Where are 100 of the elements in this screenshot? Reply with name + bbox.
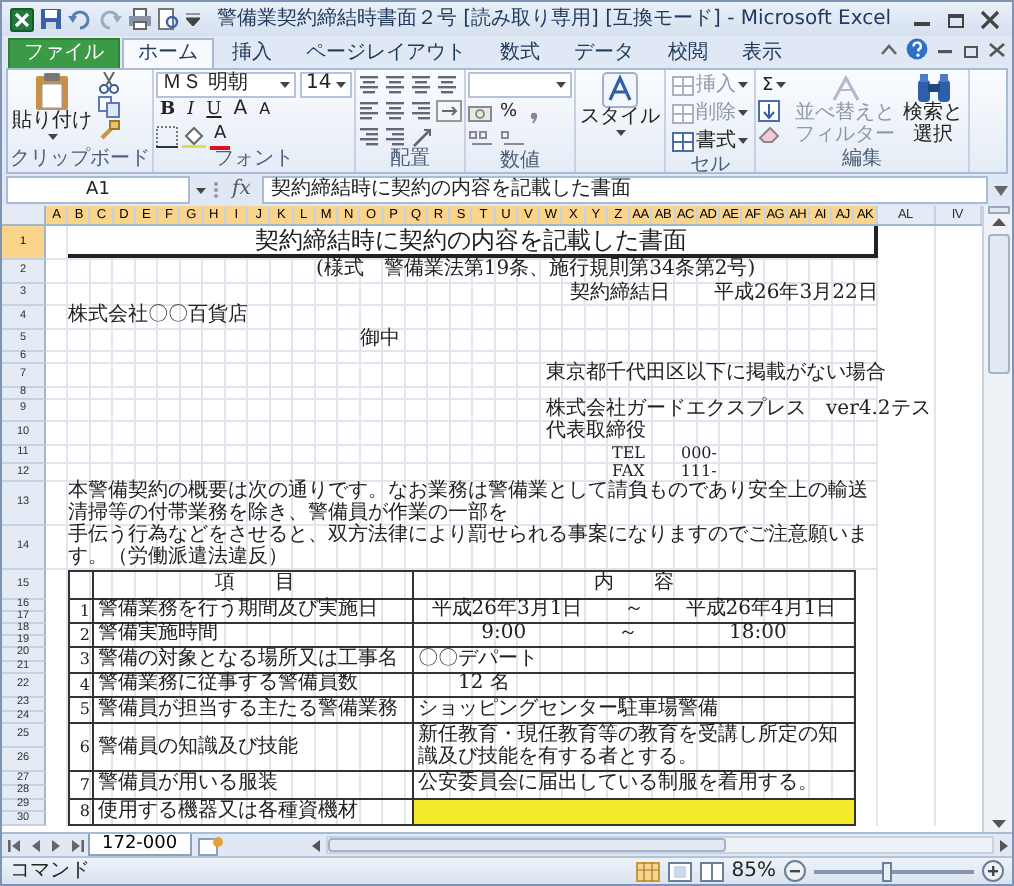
text-orientation-icon[interactable] — [410, 125, 434, 147]
currency-icon[interactable] — [468, 101, 492, 123]
caret-icon[interactable] — [336, 81, 346, 87]
ribbon-tab[interactable]: 挿入 — [216, 38, 288, 68]
address-note: 東京都千代田区以下に掲載がない場合 — [546, 364, 886, 385]
name-box[interactable]: A1 — [6, 176, 190, 204]
sheet-tab[interactable]: 172-000 — [88, 834, 192, 856]
insert-function-button[interactable]: fx — [226, 178, 257, 202]
number-format-field[interactable] — [468, 72, 572, 98]
format-button[interactable]: 書式 — [668, 128, 752, 154]
font-color-button[interactable]: A — [210, 123, 231, 149]
caret-icon[interactable] — [47, 133, 57, 139]
close-icon[interactable] — [988, 41, 1006, 57]
item-label: 警備業務に従事する警備員数 — [94, 674, 414, 696]
eraser-icon[interactable] — [758, 124, 782, 144]
caret-icon[interactable] — [280, 81, 290, 87]
new-sheet-icon[interactable] — [195, 835, 224, 855]
item-number: 8 — [70, 799, 94, 824]
caret-icon[interactable] — [196, 187, 206, 193]
format-cells-icon — [672, 131, 694, 151]
caret-icon[interactable] — [738, 138, 748, 144]
percent-button[interactable]: % — [496, 99, 522, 125]
paste-button[interactable]: 貼り付け — [10, 72, 94, 139]
fill-down-icon[interactable] — [758, 100, 780, 122]
borders-icon[interactable] — [156, 125, 178, 147]
ribbon-tab[interactable]: ファイル — [8, 38, 120, 68]
restore-icon[interactable] — [962, 41, 980, 57]
zoom-out-icon[interactable] — [784, 860, 806, 882]
staff-count: 12 名 — [456, 674, 512, 696]
shrink-font-button[interactable]: A — [255, 97, 275, 123]
honorific: 御中 — [360, 329, 400, 350]
item-number: 2 — [70, 623, 94, 646]
page-layout-view-icon[interactable] — [667, 861, 692, 881]
input-cell[interactable] — [414, 799, 854, 824]
fax-number: 111- — [680, 463, 717, 481]
vertical-scrollbar-thumb[interactable] — [987, 234, 1009, 374]
group-label: 数値 — [498, 150, 542, 174]
ribbon-tab[interactable]: ホーム — [122, 38, 214, 68]
autosum-button[interactable]: Σ — [758, 72, 790, 98]
merge-cells-icon[interactable] — [436, 99, 462, 121]
fax-label: FAX — [612, 463, 645, 480]
expand-formula-bar-icon[interactable] — [994, 185, 1008, 195]
align-left-icon[interactable] — [358, 99, 380, 121]
first-sheet-icon[interactable] — [8, 837, 24, 853]
zoom-slider-thumb[interactable] — [882, 861, 892, 881]
font-size-field[interactable]: 14 — [300, 71, 352, 97]
align-center-icon[interactable] — [384, 99, 406, 121]
customize-caret-icon[interactable] — [186, 12, 200, 26]
ribbon-tab[interactable]: ページレイアウト — [290, 38, 482, 68]
scroll-up-icon[interactable] — [989, 214, 1007, 230]
grow-font-button[interactable]: A — [229, 97, 252, 123]
bold-button[interactable]: B — [156, 97, 180, 123]
find-select-button[interactable]: 検索と 選択 — [901, 72, 966, 146]
formula-input-field[interactable]: 契約締結時に契約の内容を記載した書面 — [262, 176, 988, 204]
save-icon[interactable] — [40, 8, 62, 30]
legal-basis-note: (様式 警備業法第19条、施行規則第34条第2号) — [316, 260, 756, 281]
last-sheet-icon[interactable] — [68, 837, 84, 853]
content-text: ショッピングセンター駐車場警備 — [416, 697, 720, 723]
page-break-view-icon[interactable] — [699, 861, 724, 881]
italic-button[interactable]: I — [183, 97, 199, 123]
ribbon-tab[interactable]: 表示 — [726, 38, 798, 68]
caret-icon[interactable] — [775, 82, 786, 88]
align-right-icon[interactable] — [410, 99, 432, 121]
copy-icon[interactable] — [98, 96, 120, 118]
item-label: 警備の対象となる場所又は工事名 — [94, 647, 414, 673]
caret-icon[interactable] — [615, 129, 625, 135]
delete-cells-icon — [672, 103, 694, 123]
zoom-in-icon[interactable] — [982, 860, 1004, 882]
ribbon-tab[interactable]: 校閲 — [652, 38, 724, 68]
zoom-level[interactable]: 85% — [731, 859, 776, 883]
scissors-icon[interactable] — [98, 72, 120, 94]
item-label: 警備員の知識及び技能 — [94, 724, 414, 771]
help-icon[interactable] — [906, 38, 928, 60]
undo-icon[interactable] — [68, 9, 92, 29]
item-label: 警備員が担当する主たる警備業務 — [94, 697, 414, 723]
spreadsheet-logo-icon[interactable] — [10, 7, 34, 31]
styles-button[interactable]: スタイル — [578, 72, 662, 135]
increase-indent-icon[interactable] — [384, 125, 406, 147]
horizontal-scrollbar-thumb[interactable] — [327, 838, 727, 852]
column-heading: 項 目 — [94, 572, 414, 598]
group-label: クリップボード — [10, 148, 150, 172]
ribbon-tab[interactable]: データ — [558, 38, 650, 68]
company-name: 株式会社ガードエクスプレス ver4.2テス — [546, 399, 931, 419]
fill-bucket-icon[interactable] — [182, 125, 206, 147]
content-text: 新任教育・現任教育等の教育を受講し所定の知識及び技能を有する者とする。 — [416, 724, 840, 771]
font-name-field[interactable]: ＭＳ 明朝 — [156, 71, 296, 97]
item-label: 警備員が用いる服装 — [94, 772, 414, 798]
collapse-ribbon-icon[interactable] — [880, 42, 898, 56]
close-icon[interactable] — [976, 9, 1004, 29]
paintbrush-icon[interactable] — [98, 120, 120, 142]
normal-view-icon[interactable] — [635, 861, 660, 881]
underline-button[interactable]: U — [202, 97, 226, 123]
caret-icon[interactable] — [556, 82, 566, 88]
ribbon-tab[interactable]: 数式 — [484, 38, 556, 68]
group-label: 配置 — [388, 148, 432, 172]
item-label: 警備業務を行う期間及び実施日 — [94, 599, 414, 622]
preview-icon[interactable] — [158, 8, 180, 30]
restore-icon[interactable] — [942, 9, 970, 29]
printer-icon[interactable] — [128, 8, 152, 30]
decrease-indent-icon[interactable] — [358, 125, 380, 147]
